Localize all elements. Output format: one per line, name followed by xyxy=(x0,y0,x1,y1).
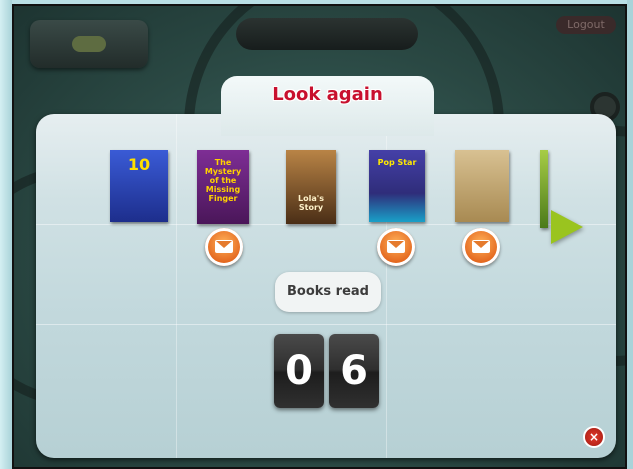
panel-gridline xyxy=(176,114,177,458)
book-cover-6[interactable] xyxy=(540,150,548,228)
logout-button[interactable]: Logout xyxy=(556,16,616,34)
close-icon[interactable]: × xyxy=(585,428,603,446)
book-cover-2[interactable]: The Mystery of the Missing Finger xyxy=(197,150,249,224)
app-window: Logout Look again 10 The Mystery of the … xyxy=(0,0,633,469)
message-button[interactable] xyxy=(462,228,500,266)
book-title: Pop Star xyxy=(377,158,417,167)
book-title: The Mystery of the Missing Finger xyxy=(204,158,242,203)
book-cover-4[interactable]: Pop Star xyxy=(369,150,425,222)
profile-widget[interactable] xyxy=(30,20,148,68)
message-button[interactable] xyxy=(377,228,415,266)
mascot-icon xyxy=(72,36,106,52)
book-cover-5[interactable] xyxy=(455,150,509,222)
envelope-icon xyxy=(215,240,233,253)
message-button[interactable] xyxy=(205,228,243,266)
books-read-label: Books read xyxy=(275,272,381,312)
panel-gridline xyxy=(36,224,616,225)
left-frame xyxy=(0,0,12,469)
panel-gridline xyxy=(36,324,616,325)
header-pill[interactable] xyxy=(236,18,418,50)
book-cover-1[interactable]: 10 xyxy=(110,150,168,222)
book-cover-3[interactable]: Lola's Story xyxy=(286,150,336,224)
envelope-icon xyxy=(472,240,490,253)
envelope-icon xyxy=(387,240,405,253)
book-title: 10 xyxy=(127,155,151,174)
books-read-digit-ones: 6 xyxy=(329,334,379,408)
right-frame xyxy=(627,0,633,469)
next-arrow-icon[interactable] xyxy=(551,210,583,244)
book-title: Lola's Story xyxy=(298,194,324,212)
dialog-title: Look again xyxy=(272,84,383,105)
books-read-digit-tens: 0 xyxy=(274,334,324,408)
